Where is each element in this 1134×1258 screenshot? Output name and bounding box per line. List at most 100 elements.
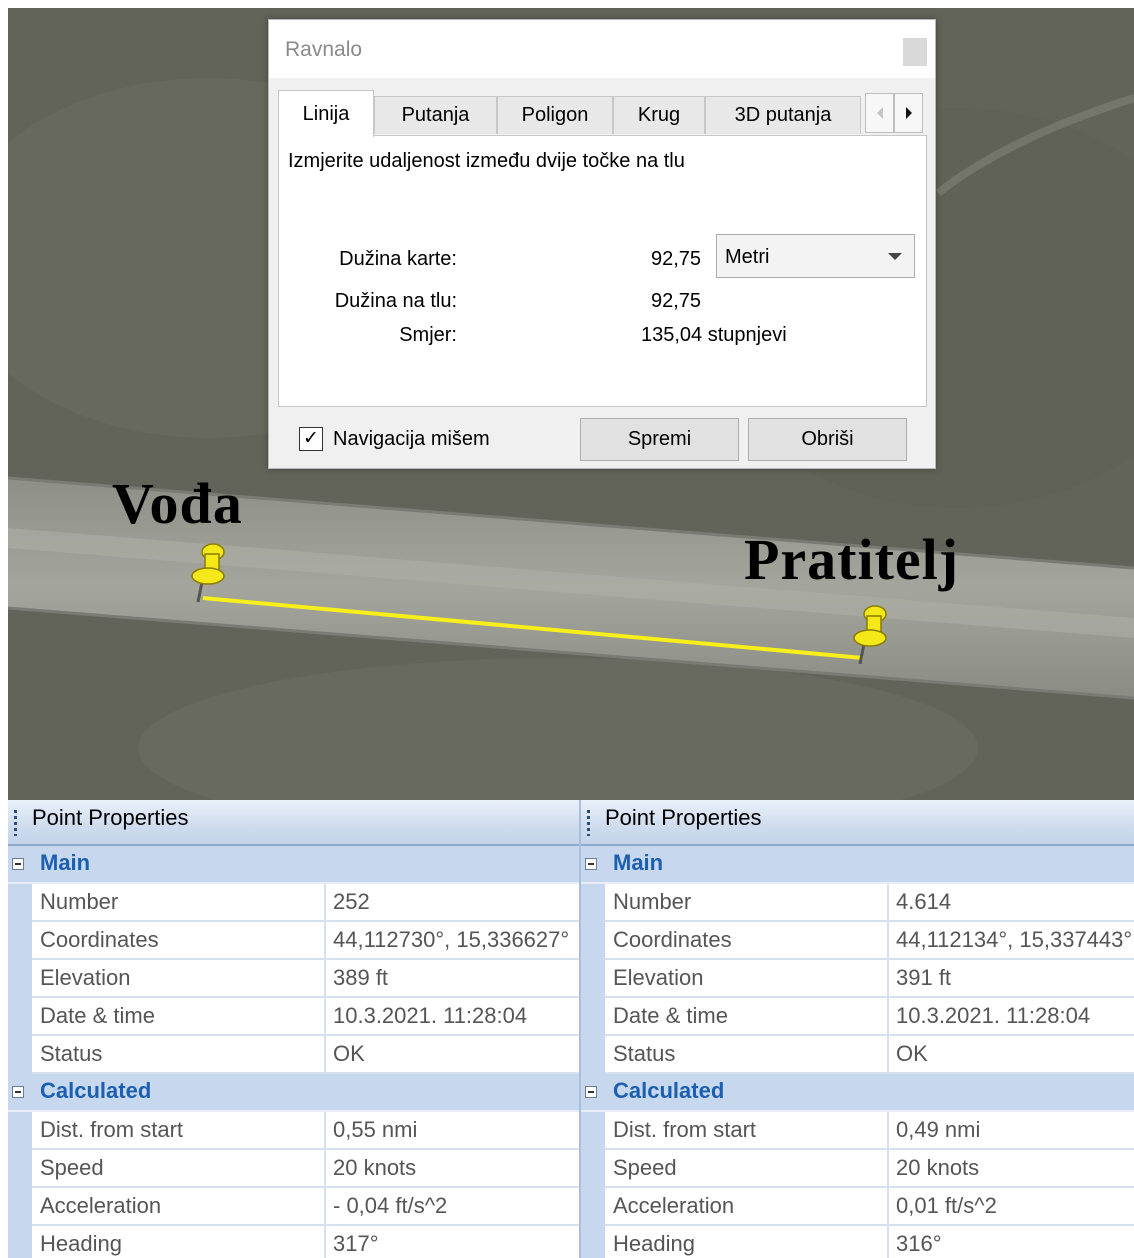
leader-label: Vođa: [112, 471, 243, 536]
row-gutter: [8, 1150, 32, 1188]
property-row[interactable]: Coordinates 44,112730°, 15,336627°: [8, 922, 579, 960]
section-label: Main: [40, 850, 91, 875]
leader-pin-icon[interactable]: [186, 538, 236, 608]
map-length-label: Dužina karte:: [339, 248, 457, 270]
dialog-titlebar[interactable]: Ravnalo: [269, 20, 935, 78]
row-gutter: [581, 1036, 605, 1074]
property-row[interactable]: Acceleration 0,01 ft/s^2: [581, 1188, 1134, 1226]
property-value: 44,112134°, 15,337443°: [896, 927, 1133, 952]
clear-button[interactable]: Obriši: [748, 418, 907, 461]
section-calculated[interactable]: Calculated: [581, 1074, 1134, 1112]
property-grid: Main Number 4.614 Coordinates 44,112134°, 15…: [581, 846, 1134, 1258]
tab-strip: Linija Putanja Poligon Krug 3D putanja: [278, 90, 928, 137]
property-name: Status: [32, 1036, 326, 1072]
heading-value: 135,04 stupnjevi: [641, 324, 787, 346]
property-row[interactable]: Date & time 10.3.2021. 11:28:04: [581, 998, 1134, 1036]
property-value: 0,01 ft/s^2: [896, 1193, 997, 1218]
property-row[interactable]: Date & time 10.3.2021. 11:28:04: [8, 998, 579, 1036]
tab-krug[interactable]: Krug: [613, 96, 705, 134]
row-gutter: [581, 1226, 605, 1258]
property-row[interactable]: Number 252: [8, 884, 579, 922]
property-name: Heading: [605, 1226, 889, 1258]
follower-label: Pratitelj: [744, 527, 960, 592]
property-name: Speed: [32, 1150, 326, 1186]
row-gutter: [581, 1150, 605, 1188]
property-name: Speed: [605, 1150, 889, 1186]
section-calculated[interactable]: Calculated: [8, 1074, 579, 1112]
tab-3d-putanja[interactable]: 3D putanja: [705, 96, 861, 134]
ground-length-label: Dužina na tlu:: [334, 290, 457, 312]
property-value: OK: [896, 1041, 928, 1066]
row-gutter: [581, 960, 605, 998]
unit-select[interactable]: Metri: [716, 234, 915, 278]
property-value: - 0,04 ft/s^2: [333, 1193, 448, 1218]
property-row[interactable]: Dist. from start 0,49 nmi: [581, 1112, 1134, 1150]
property-row[interactable]: Heading 317°: [8, 1226, 579, 1258]
section-main[interactable]: Main: [581, 846, 1134, 884]
tab-description: Izmjerite udaljenost između dvije točke …: [288, 150, 685, 172]
section-label: Calculated: [40, 1078, 152, 1103]
section-main[interactable]: Main: [8, 846, 579, 884]
property-row[interactable]: Status OK: [8, 1036, 579, 1074]
property-row[interactable]: Speed 20 knots: [8, 1150, 579, 1188]
property-row[interactable]: Acceleration - 0,04 ft/s^2: [8, 1188, 579, 1226]
save-button[interactable]: Spremi: [580, 418, 739, 461]
row-gutter: [8, 960, 32, 998]
section-label: Calculated: [613, 1078, 725, 1103]
property-row[interactable]: Heading 316°: [581, 1226, 1134, 1258]
property-name: Acceleration: [32, 1188, 326, 1224]
property-value: 389 ft: [333, 965, 389, 990]
property-name: Dist. from start: [605, 1112, 889, 1148]
panel-header[interactable]: Point Properties: [8, 800, 579, 846]
ground-length-value: 92,75: [651, 290, 702, 312]
map-length-value: 92,75: [651, 248, 702, 270]
property-row[interactable]: Coordinates 44,112134°, 15,337443°: [581, 922, 1134, 960]
row-gutter: [581, 884, 605, 922]
row-gutter: [581, 998, 605, 1036]
collapse-icon[interactable]: [585, 858, 597, 870]
property-row[interactable]: Number 4.614: [581, 884, 1134, 922]
property-row[interactable]: Status OK: [581, 1036, 1134, 1074]
property-value: 252: [333, 889, 370, 914]
property-name: Coordinates: [32, 922, 326, 958]
tab-scroll-right-button[interactable]: [894, 93, 923, 133]
property-name: Status: [605, 1036, 889, 1072]
property-row[interactable]: Elevation 389 ft: [8, 960, 579, 998]
property-name: Number: [605, 884, 889, 920]
tab-poligon[interactable]: Poligon: [497, 96, 613, 134]
property-row[interactable]: Speed 20 knots: [581, 1150, 1134, 1188]
mouse-nav-label[interactable]: Navigacija mišem: [333, 428, 490, 451]
point-properties-panel-left: Point Properties Main Number 252 Coordinates…: [8, 800, 579, 1258]
mouse-nav-checkbox[interactable]: ✓: [299, 427, 323, 451]
tab-linija[interactable]: Linija: [278, 90, 374, 137]
property-value: 391 ft: [896, 965, 952, 990]
row-gutter: [8, 1112, 32, 1150]
property-value: 20 knots: [333, 1155, 417, 1180]
property-value: OK: [333, 1041, 365, 1066]
collapse-icon[interactable]: [585, 1086, 597, 1098]
property-value: 316°: [896, 1231, 942, 1256]
property-row[interactable]: Elevation 391 ft: [581, 960, 1134, 998]
dropdown-arrow-icon: [888, 253, 902, 260]
close-button[interactable]: [903, 38, 927, 66]
property-value: 10.3.2021. 11:28:04: [333, 1003, 528, 1028]
tab-putanja[interactable]: Putanja: [374, 96, 497, 134]
tab-panel-linija: Izmjerite udaljenost između dvije točke …: [278, 135, 927, 407]
row-gutter: [581, 1112, 605, 1150]
property-name: Elevation: [605, 960, 889, 996]
panel-title: Point Properties: [605, 805, 762, 830]
property-value: 317°: [333, 1231, 379, 1256]
grip-handle-icon[interactable]: [587, 810, 590, 836]
panel-title: Point Properties: [32, 805, 189, 830]
panel-header[interactable]: Point Properties: [581, 800, 1134, 846]
row-gutter: [8, 1036, 32, 1074]
collapse-icon[interactable]: [12, 1086, 24, 1098]
follower-pin-icon[interactable]: [848, 600, 898, 670]
tab-scroll-left-button[interactable]: [865, 93, 894, 133]
grip-handle-icon[interactable]: [14, 810, 17, 836]
chevron-right-icon: [905, 107, 912, 119]
row-gutter: [8, 884, 32, 922]
property-name: Elevation: [32, 960, 326, 996]
collapse-icon[interactable]: [12, 858, 24, 870]
property-row[interactable]: Dist. from start 0,55 nmi: [8, 1112, 579, 1150]
